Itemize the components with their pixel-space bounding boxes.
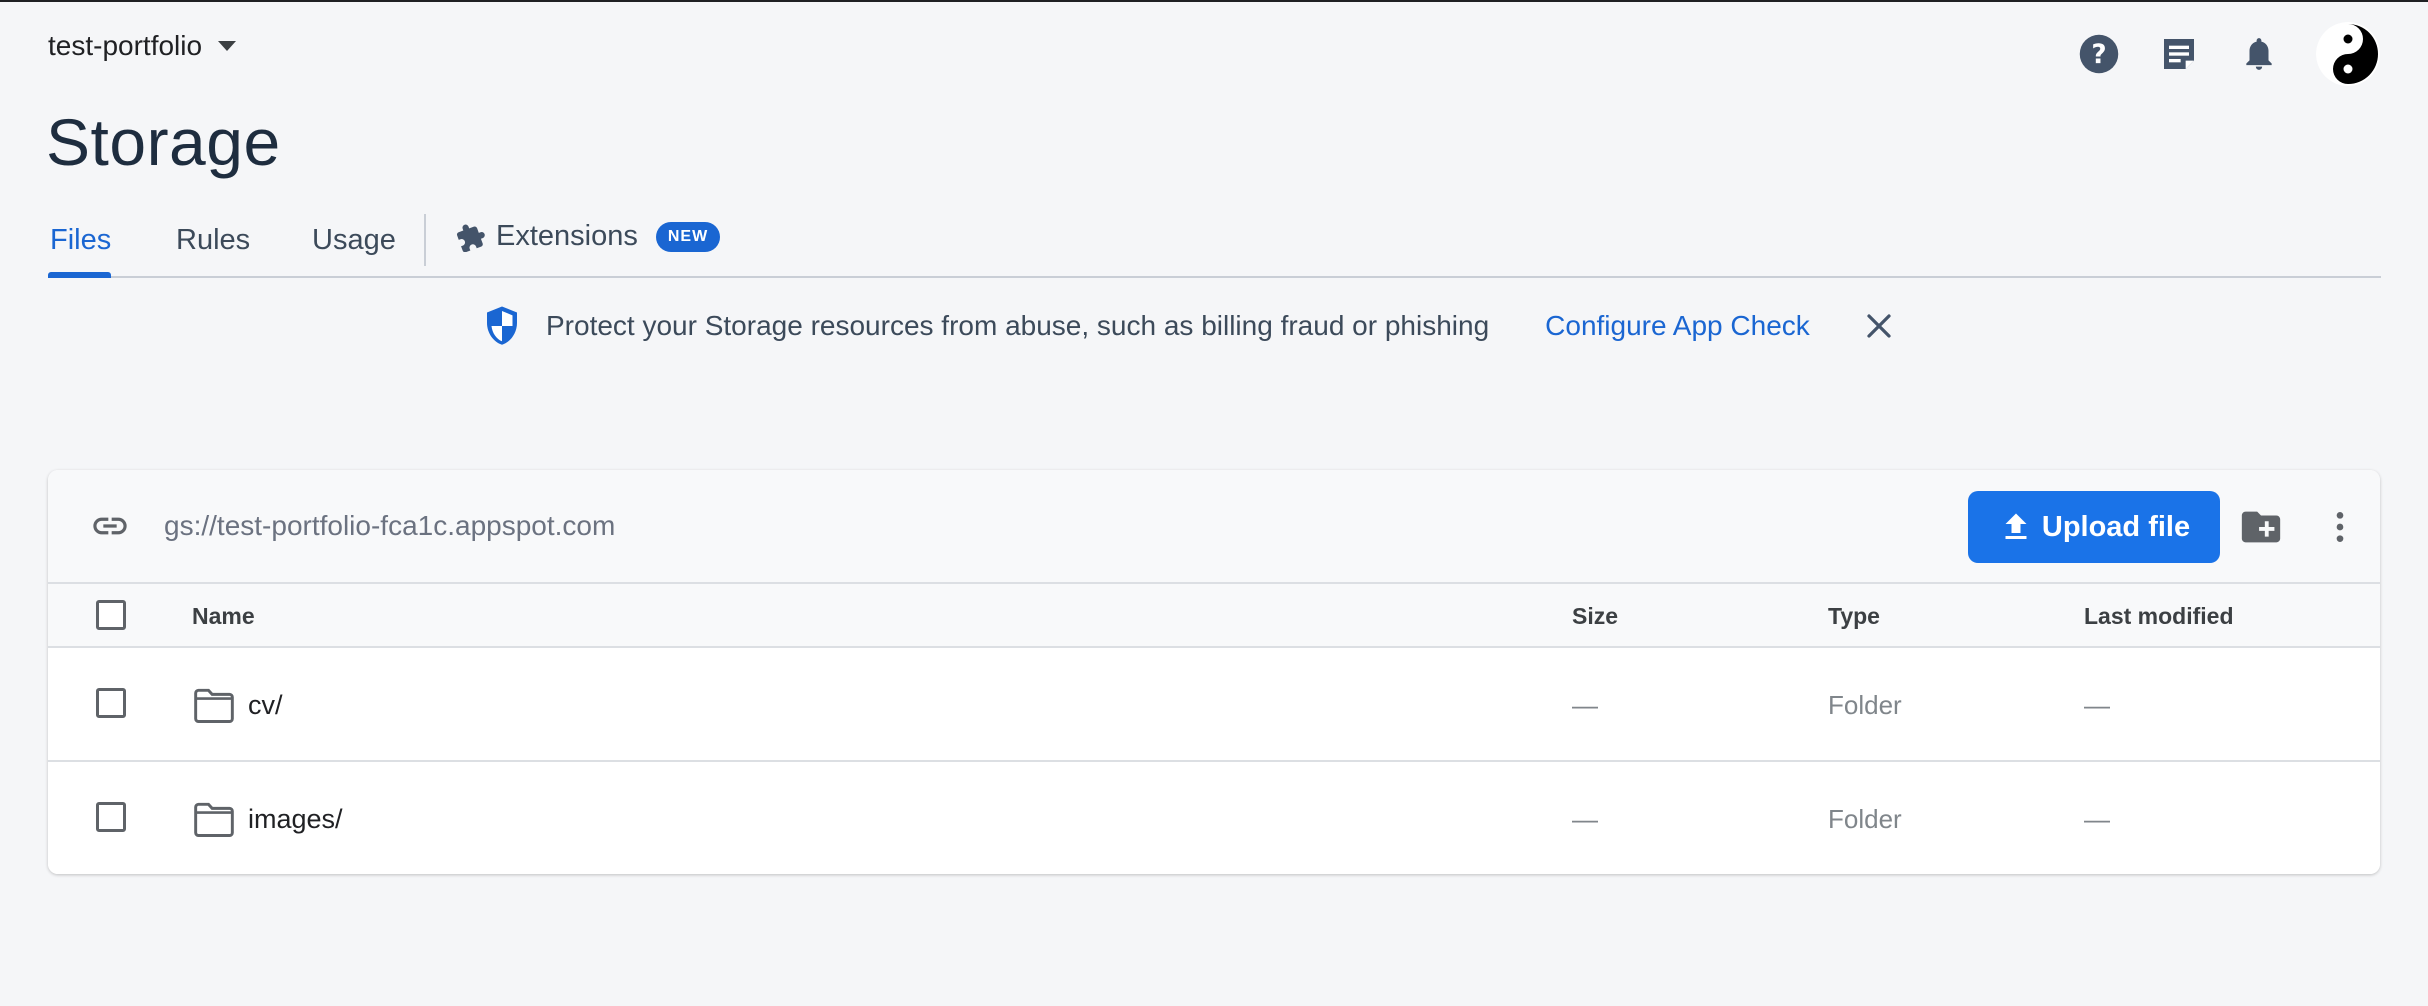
column-size[interactable]: Size	[1572, 603, 1618, 630]
file-size: —	[1572, 690, 1598, 720]
file-type: Folder	[1828, 690, 1902, 720]
column-last-modified[interactable]: Last modified	[2084, 603, 2234, 630]
puzzle-icon	[456, 224, 485, 252]
bucket-toolbar: gs://test-portfolio-fca1c.appspot.com Up…	[48, 470, 2380, 584]
top-actions: ?	[2076, 22, 2380, 86]
new-folder-icon[interactable]	[2238, 504, 2284, 555]
column-type[interactable]: Type	[1828, 603, 1880, 630]
column-name[interactable]: Name	[192, 603, 255, 630]
page-title: Storage	[46, 105, 281, 179]
table-row[interactable]: images/ — Folder —	[48, 762, 2380, 874]
file-size: —	[1572, 804, 1598, 834]
select-all-checkbox[interactable]	[96, 600, 126, 630]
release-notes-icon[interactable]	[2156, 31, 2202, 77]
row-checkbox[interactable]	[96, 802, 126, 832]
tab-extensions-label: Extensions	[496, 220, 638, 252]
tab-usage[interactable]: Usage	[312, 224, 396, 257]
tab-extensions[interactable]: Extensions NEW	[456, 220, 721, 253]
table-row[interactable]: cv/ — Folder —	[48, 648, 2380, 762]
banner-message: Protect your Storage resources from abus…	[546, 310, 1490, 341]
app-check-banner: Protect your Storage resources from abus…	[484, 300, 1894, 352]
svg-text:?: ?	[2091, 40, 2106, 70]
shield-icon	[487, 306, 517, 345]
file-type: Folder	[1828, 804, 1902, 834]
project-name: test-portfolio	[48, 30, 203, 61]
active-tab-indicator	[48, 272, 111, 278]
file-name[interactable]: images/	[248, 804, 343, 835]
tab-bar: Files Rules Usage Extensions NEW	[48, 206, 2381, 278]
notifications-icon[interactable]	[2236, 31, 2282, 77]
files-card: gs://test-portfolio-fca1c.appspot.com Up…	[48, 470, 2380, 874]
tab-files[interactable]: Files	[50, 224, 111, 257]
file-name[interactable]: cv/	[248, 690, 283, 721]
link-icon[interactable]	[88, 506, 132, 551]
upload-file-label: Upload file	[2041, 510, 2191, 543]
upload-file-button[interactable]: Upload file	[1968, 491, 2220, 563]
folder-icon	[192, 800, 236, 843]
configure-app-check-link[interactable]: Configure App Check	[1545, 310, 1810, 342]
tab-rules[interactable]: Rules	[176, 224, 250, 257]
upload-icon	[2005, 513, 2027, 539]
avatar[interactable]	[2316, 22, 2380, 86]
close-icon[interactable]	[1864, 311, 1894, 341]
row-checkbox[interactable]	[96, 688, 126, 718]
folder-icon	[192, 686, 236, 729]
window-top-border	[0, 0, 2428, 2]
project-selector[interactable]: test-portfolio	[48, 30, 237, 62]
chevron-down-icon	[218, 41, 237, 51]
tab-divider	[424, 214, 426, 266]
file-modified: —	[2084, 804, 2110, 834]
table-header: Name Size Type Last modified	[48, 584, 2380, 648]
bucket-path: gs://test-portfolio-fca1c.appspot.com	[164, 510, 616, 541]
more-vert-icon[interactable]	[2320, 504, 2360, 555]
new-badge: NEW	[655, 221, 721, 252]
file-modified: —	[2084, 690, 2110, 720]
help-icon[interactable]: ?	[2076, 31, 2122, 77]
